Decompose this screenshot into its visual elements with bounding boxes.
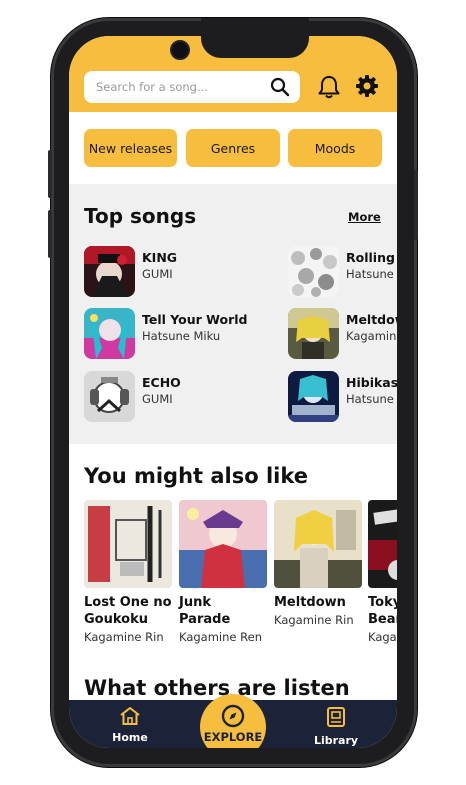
song-title: KING (142, 250, 178, 265)
song-item[interactable]: KING GUMI (84, 246, 264, 298)
album-art (288, 371, 339, 422)
recommendation-card[interactable]: Junk Parade Kagamine Ren (179, 500, 267, 644)
album-art (84, 371, 135, 422)
song-artist: Kagamine Rin (346, 329, 397, 343)
search-input[interactable] (96, 77, 256, 97)
song-artist: Hatsune Miku (142, 329, 221, 343)
side-button (48, 210, 52, 258)
album-art (84, 500, 172, 588)
category-chips: New releases Genres Moods (69, 112, 397, 184)
album-art (288, 246, 339, 297)
search-box[interactable] (84, 71, 300, 103)
recommendation-card[interactable]: TokyoBear Kagamine (368, 500, 397, 644)
nav-home[interactable]: Home (95, 706, 165, 744)
card-artist: Kagamine Ren (179, 630, 262, 644)
nav-explore-label: EXPLORE (203, 730, 263, 744)
recommendation-card[interactable]: Meltdown Kagamine Rin (274, 500, 362, 627)
song-item[interactable]: Hibikase Hatsune Miku (288, 371, 397, 423)
bell-icon[interactable] (317, 74, 341, 104)
app-screen: New releases Genres Moods Top songs More… (69, 36, 397, 748)
nav-library[interactable]: Library (301, 706, 371, 747)
gear-icon[interactable] (355, 74, 379, 102)
song-item[interactable]: ECHO GUMI (84, 371, 264, 423)
nav-home-label: Home (112, 731, 148, 744)
album-art (368, 500, 397, 588)
chip-new-releases[interactable]: New releases (84, 129, 177, 167)
search-icon[interactable] (270, 77, 290, 101)
song-title: ECHO (142, 375, 181, 390)
card-title: Junk Parade (179, 595, 231, 627)
card-artist: Kagamine (368, 630, 397, 644)
library-icon (325, 707, 347, 732)
song-title: Tell Your World (142, 312, 248, 327)
more-link[interactable]: More (348, 210, 381, 224)
card-title: Lost One no Goukoku (84, 595, 172, 627)
top-songs-section: Top songs More KING GUMI Tell Your World… (69, 184, 397, 444)
card-artist: Kagamine Rin (84, 630, 164, 644)
card-title: Meltdown (274, 595, 346, 610)
camera (170, 40, 190, 60)
song-artist: GUMI (142, 267, 173, 281)
song-artist: Hatsune Miku (346, 392, 397, 406)
side-button (48, 150, 52, 198)
recommendation-card[interactable]: Lost One no Goukoku Kagamine Rin (84, 500, 172, 644)
song-item[interactable]: Rolling Girl Hatsune Miku (288, 246, 397, 298)
power-button (414, 170, 418, 240)
song-item[interactable]: Meltdown Kagamine Rin (288, 308, 397, 360)
song-artist: GUMI (142, 392, 173, 406)
album-art (288, 308, 339, 359)
compass-icon (221, 704, 245, 732)
card-title: TokyoBear (368, 595, 397, 627)
home-icon (119, 707, 141, 730)
album-art (179, 500, 267, 588)
chip-genres[interactable]: Genres (186, 129, 280, 167)
chip-moods[interactable]: Moods (288, 129, 382, 167)
nav-library-label: Library (313, 734, 359, 747)
album-art (84, 308, 135, 359)
might-like-section: You might also like Lost One no Goukoku K… (69, 444, 397, 704)
song-title: Hibikase (346, 375, 397, 390)
song-title: Meltdown (346, 312, 397, 327)
section-title-top-songs: Top songs (84, 204, 197, 228)
section-title-others: What others are listen (84, 676, 350, 700)
section-title-might-like: You might also like (84, 464, 309, 488)
song-title: Rolling Girl (346, 250, 397, 265)
album-art (274, 500, 362, 588)
song-item[interactable]: Tell Your World Hatsune Miku (84, 308, 264, 360)
song-artist: Hatsune Miku (346, 267, 397, 281)
card-artist: Kagamine Rin (274, 613, 354, 627)
album-art (84, 246, 135, 297)
notch (201, 18, 309, 58)
